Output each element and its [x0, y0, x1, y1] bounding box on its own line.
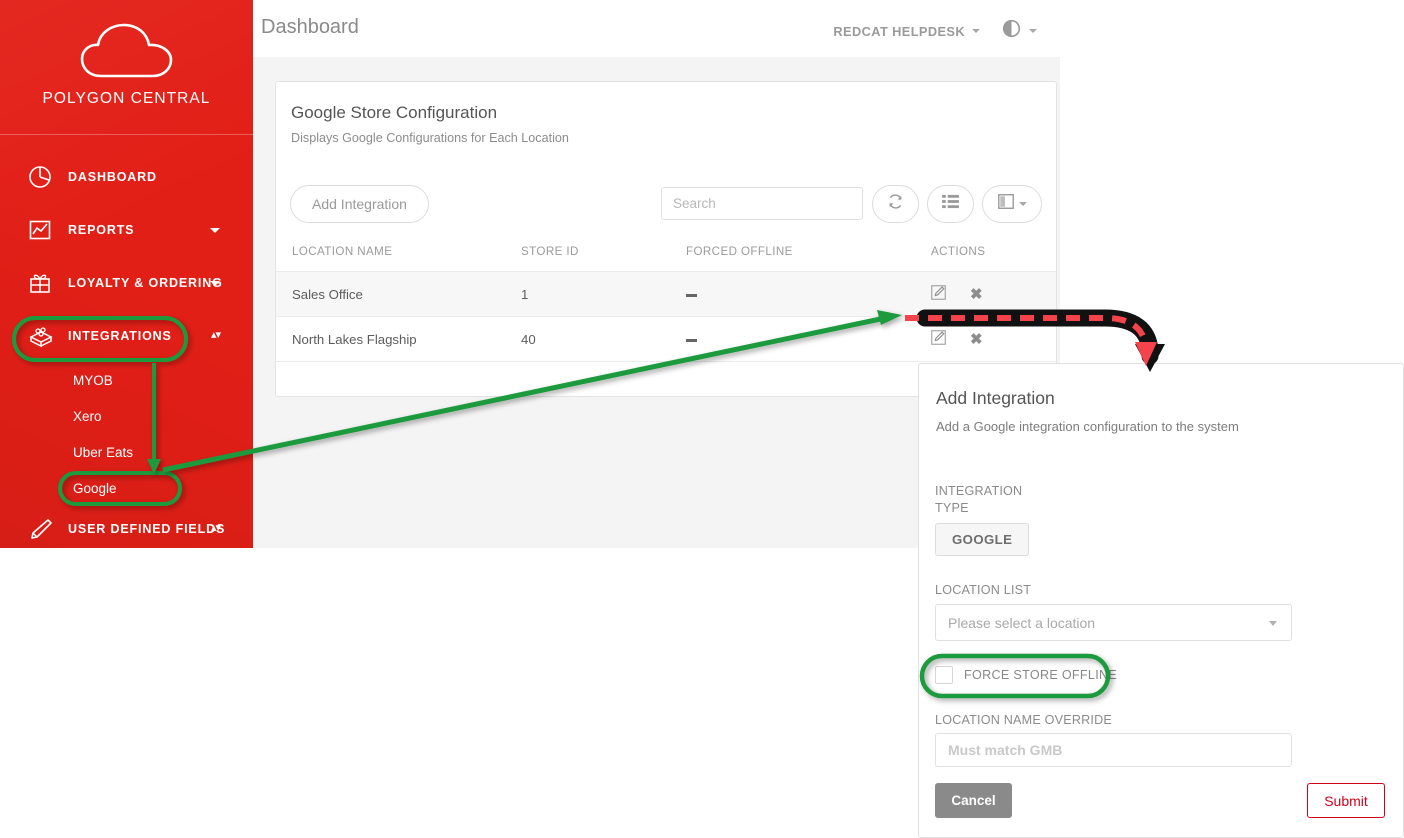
delete-icon[interactable]: ✖: [970, 285, 983, 303]
contrast-circle-icon: [1002, 19, 1021, 43]
sidebar-subitem-google[interactable]: Google: [0, 470, 253, 506]
topbar-actions: REDCAT HELPDESK: [833, 19, 1037, 43]
list-view-icon: [942, 194, 959, 214]
location-list-label: LOCATION LIST: [935, 583, 1032, 597]
location-name-override-input[interactable]: [935, 733, 1292, 767]
topbar: Dashboard REDCAT HELPDESK: [253, 0, 1404, 57]
chevron-collapse-icon[interactable]: ▴▾: [211, 328, 221, 341]
cell-location-name: Sales Office: [292, 286, 363, 302]
column-header-store-id[interactable]: STORE ID: [521, 237, 686, 272]
sidebar-subitem-uber-eats[interactable]: Uber Eats: [0, 434, 253, 470]
sidebar-item-label: INTEGRATIONS: [68, 328, 172, 343]
sidebar-item-reports[interactable]: REPORTS: [0, 203, 253, 256]
chevron-down-icon: [1029, 29, 1037, 33]
column-header-location-name[interactable]: LOCATION NAME: [276, 237, 521, 272]
list-view-button[interactable]: [927, 185, 974, 223]
pie-chart-icon: [28, 165, 62, 189]
brand-block: POLYGON CENTRAL: [0, 0, 253, 135]
configuration-table: LOCATION NAME STORE ID FORCED OFFLINE AC…: [276, 237, 1056, 362]
dash-icon: [686, 293, 697, 297]
force-store-offline-checkbox[interactable]: [935, 666, 953, 684]
force-store-offline-row[interactable]: FORCE STORE OFFLINE: [935, 666, 1117, 684]
columns-button[interactable]: [982, 185, 1042, 223]
sidebar-subitem-myob[interactable]: MYOB: [0, 362, 253, 398]
chevron-down-icon[interactable]: [210, 280, 220, 286]
submit-button[interactable]: Submit: [1307, 783, 1385, 818]
sidebar-item-label: DASHBOARD: [68, 169, 157, 184]
table-row[interactable]: North Lakes Flagship 40 ✖: [276, 316, 1056, 362]
location-name-override-label: LOCATION NAME OVERRIDE: [935, 713, 1113, 727]
card-toolbar: Add Integration: [290, 185, 1042, 225]
sidebar-subitem-label: MYOB: [73, 372, 113, 388]
delete-icon[interactable]: ✖: [970, 330, 983, 348]
user-menu-label: REDCAT HELPDESK: [833, 23, 965, 39]
cloud-icon: [0, 22, 253, 80]
cell-location-name: North Lakes Flagship: [292, 331, 417, 347]
pen-icon: [28, 517, 62, 541]
refresh-icon: [887, 193, 904, 215]
cell-forced-offline: [686, 272, 931, 317]
modal-subtitle: Add a Google integration configuration t…: [936, 419, 1239, 434]
integration-type-label: INTEGRATION TYPE: [935, 484, 1023, 515]
table-body: Sales Office 1 ✖ North Lakes Flagship 40…: [276, 271, 1056, 362]
sidebar-subitem-label: Uber Eats: [73, 444, 134, 460]
sidebar: POLYGON CENTRAL DASHBOARD REPORTS LOYALT…: [0, 0, 253, 548]
chevron-down-icon: [1018, 202, 1027, 206]
chevron-down-icon[interactable]: [210, 227, 220, 233]
cell-actions: ✖: [931, 317, 1056, 362]
table-row[interactable]: Sales Office 1 ✖: [276, 271, 1056, 317]
integration-type-value: GOOGLE: [935, 523, 1030, 556]
location-list-placeholder: Please select a location: [948, 614, 1096, 631]
chevron-down-icon: [1269, 620, 1277, 626]
sidebar-subitem-label: Google: [73, 480, 117, 496]
page-title: Dashboard: [261, 16, 359, 38]
edit-icon[interactable]: [931, 330, 946, 348]
sidebar-item-label: REPORTS: [68, 222, 135, 237]
sidebar-item-dashboard[interactable]: DASHBOARD: [0, 150, 253, 203]
cell-forced-offline: [686, 317, 931, 362]
edit-icon[interactable]: [931, 285, 946, 303]
force-store-offline-label: FORCE STORE OFFLINE: [964, 668, 1118, 682]
sidebar-item-loyalty-ordering[interactable]: LOYALTY & ORDERING: [0, 256, 253, 309]
table-header-row: LOCATION NAME STORE ID FORCED OFFLINE AC…: [276, 237, 1056, 272]
column-header-forced-offline[interactable]: FORCED OFFLINE: [686, 237, 931, 272]
blocks-icon: [28, 324, 62, 348]
location-list-select[interactable]: Please select a location: [935, 604, 1292, 641]
columns-icon: [997, 194, 1014, 214]
line-chart-icon: [28, 218, 62, 242]
brand-divider: [0, 134, 253, 135]
cancel-button[interactable]: Cancel: [935, 783, 1012, 818]
sidebar-nav: DASHBOARD REPORTS LOYALTY & ORDERING INT…: [0, 150, 253, 548]
chevron-down-icon: [972, 29, 980, 33]
brand-name: POLYGON CENTRAL: [42, 90, 211, 107]
modal-title: Add Integration: [936, 388, 1055, 408]
card-title: Google Store Configuration: [291, 103, 498, 122]
cell-actions: ✖: [931, 272, 1056, 317]
gift-icon: [28, 271, 62, 295]
sidebar-item-integrations[interactable]: INTEGRATIONS ▴▾: [0, 309, 253, 362]
sidebar-subitem-label: Xero: [73, 408, 102, 424]
table-head: LOCATION NAME STORE ID FORCED OFFLINE AC…: [276, 237, 1056, 272]
sidebar-subitem-xero[interactable]: Xero: [0, 398, 253, 434]
chevron-collapse-icon[interactable]: ▴▾: [211, 521, 221, 534]
dash-icon: [686, 338, 697, 342]
search-input[interactable]: [661, 187, 863, 220]
sidebar-item-label: USER DEFINED FIELDS: [68, 522, 226, 536]
user-menu[interactable]: REDCAT HELPDESK: [833, 24, 980, 39]
cell-store-id: 1: [521, 286, 529, 302]
google-store-configuration-card: Google Store Configuration Displays Goog…: [275, 81, 1057, 397]
add-integration-button[interactable]: Add Integration: [290, 185, 429, 223]
cell-store-id: 40: [521, 331, 536, 347]
sidebar-item-user-defined-fields[interactable]: USER DEFINED FIELDS ▴▾: [0, 506, 253, 548]
sidebar-item-label: LOYALTY & ORDERING: [68, 275, 223, 290]
column-header-actions: ACTIONS: [931, 245, 986, 258]
theme-menu[interactable]: [1002, 19, 1037, 43]
card-subtitle: Displays Google Configurations for Each …: [291, 131, 569, 145]
app-root: POLYGON CENTRAL DASHBOARD REPORTS LOYALT…: [0, 0, 1404, 838]
refresh-button[interactable]: [872, 185, 919, 223]
